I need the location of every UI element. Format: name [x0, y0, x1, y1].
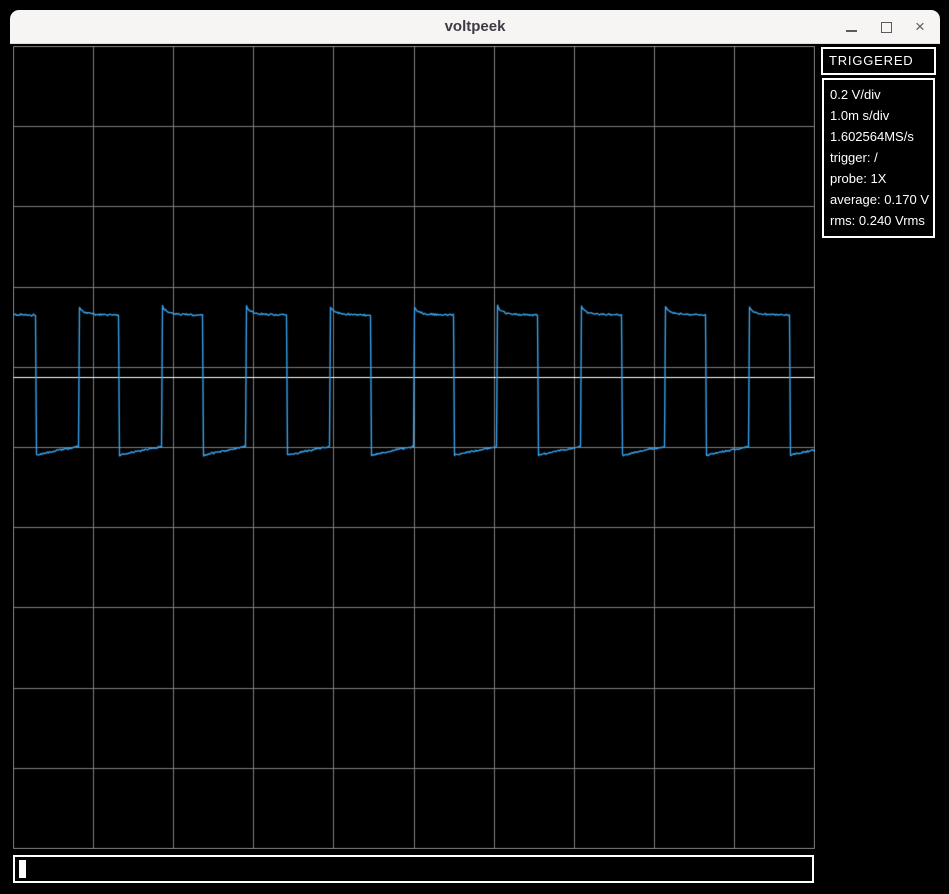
info-panel: TRIGGERED 0.2 V/div 1.0m s/div 1.602564M… [821, 47, 936, 238]
readout-trigger-slope: trigger: / [830, 150, 878, 165]
readout-time-per-div: 1.0m s/div [830, 108, 890, 123]
window-title: voltpeek [444, 18, 506, 35]
trigger-status-badge: TRIGGERED [821, 47, 936, 75]
readout-probe: probe: 1X [830, 171, 887, 186]
maximize-icon [880, 21, 892, 33]
maximize-button[interactable] [875, 16, 897, 38]
minimize-button[interactable] [840, 16, 862, 38]
readout-rms: rms: 0.240 Vrms [830, 213, 925, 228]
titlebar[interactable]: voltpeek × [10, 10, 940, 44]
trigger-status-label: TRIGGERED [829, 53, 914, 68]
readout-sample-rate: 1.602564MS/s [830, 129, 914, 144]
command-input[interactable] [13, 855, 814, 883]
minimize-icon [845, 30, 857, 32]
scope-display [13, 46, 815, 849]
app-window: voltpeek × TRIGGERED 0.2 V/div 1.0m s/di… [10, 10, 940, 884]
text-cursor [19, 860, 26, 878]
close-button[interactable]: × [909, 16, 931, 38]
readout-volts-per-div: 0.2 V/div [830, 87, 881, 102]
readout-average: average: 0.170 V [830, 192, 930, 207]
readouts-box: 0.2 V/div 1.0m s/div 1.602564MS/s trigge… [822, 78, 935, 238]
close-icon: × [915, 17, 925, 36]
